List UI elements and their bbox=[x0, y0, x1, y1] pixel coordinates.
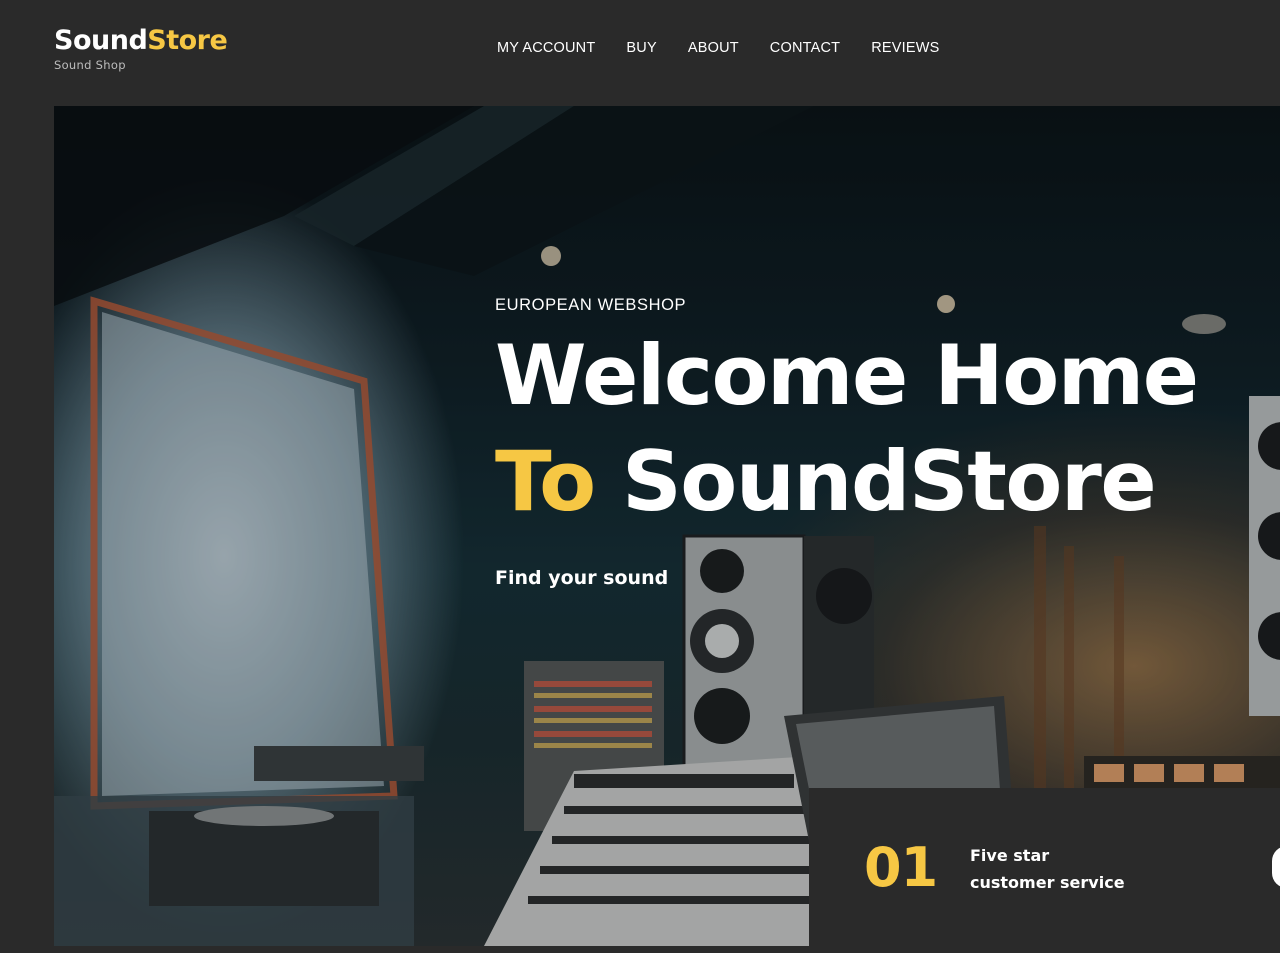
hero-headline-line2: To SoundStore bbox=[495, 429, 1198, 535]
brand-name-part1: Sound bbox=[54, 25, 148, 56]
hero-text: EUROPEAN WEBSHOP Welcome Home To SoundSt… bbox=[495, 296, 1199, 589]
nav-item-contact[interactable]: CONTACT bbox=[770, 39, 840, 57]
brand-name-part2: Store bbox=[147, 25, 228, 56]
nav-item-reviews[interactable]: REVIEWS bbox=[871, 39, 939, 57]
carousel-next-button[interactable] bbox=[1272, 846, 1280, 888]
brand-logo[interactable]: SoundStore Sound Shop bbox=[54, 25, 228, 73]
hero-headline: Welcome Home To SoundStore bbox=[495, 323, 1199, 535]
nav-item-buy[interactable]: BUY bbox=[626, 39, 656, 57]
hero-headline-accent: To bbox=[495, 433, 596, 530]
feature-card: 01 Five star customer service bbox=[809, 788, 1280, 953]
feature-label-line1: Five star bbox=[970, 846, 1050, 865]
nav-item-my-account[interactable]: MY ACCOUNT bbox=[497, 39, 595, 57]
brand-name: SoundStore bbox=[54, 25, 228, 56]
brand-subtitle: Sound Shop bbox=[54, 58, 126, 72]
feature-number: 01 bbox=[864, 836, 938, 899]
hero-eyebrow: EUROPEAN WEBSHOP bbox=[495, 296, 687, 314]
hero-tagline: Find your sound bbox=[495, 567, 669, 589]
feature-label-line2: customer service bbox=[970, 873, 1125, 892]
nav-item-about[interactable]: ABOUT bbox=[688, 39, 739, 57]
hero-headline-line2-rest: SoundStore bbox=[594, 433, 1157, 530]
feature-label: Five star customer service bbox=[970, 842, 1170, 896]
site-header: SoundStore Sound Shop MY ACCOUNT BUY ABO… bbox=[0, 0, 1280, 106]
main-nav: MY ACCOUNT BUY ABOUT CONTACT REVIEWS bbox=[497, 39, 970, 57]
hero-headline-line1: Welcome Home bbox=[495, 327, 1199, 424]
